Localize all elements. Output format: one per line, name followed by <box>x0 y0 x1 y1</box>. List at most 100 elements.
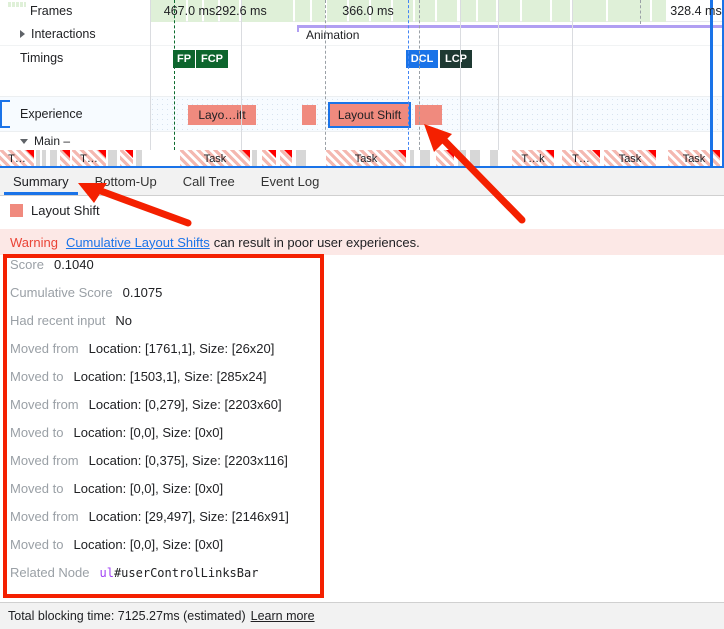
detail-label: Moved to <box>10 537 64 552</box>
long-task-warning-icon <box>98 150 106 158</box>
timeline-row-main[interactable]: Main – <box>0 132 724 150</box>
detail-value: Location: [0,279], Size: [2203x60] <box>88 397 282 412</box>
detail-row: Moved to Location: [0,0], Size: [0x0] <box>10 425 330 453</box>
main-task-block[interactable] <box>410 150 414 168</box>
animation-bar[interactable] <box>297 25 724 32</box>
timing-marker-fp[interactable]: FP <box>173 50 195 68</box>
detail-label: Had recent input <box>10 313 106 328</box>
layout-shift-block[interactable] <box>302 105 316 125</box>
frame-block[interactable] <box>295 0 310 22</box>
long-task-warning-icon <box>62 150 70 158</box>
timing-marker-lcp[interactable]: LCP <box>440 50 472 68</box>
frame-block[interactable] <box>552 0 570 22</box>
long-task-warning-icon <box>592 150 600 158</box>
layout-shift-title: Layout Shift <box>31 203 100 218</box>
detail-label: Cumulative Score <box>10 285 113 300</box>
detail-row: Had recent input No <box>10 313 330 341</box>
cumulative-layout-shifts-link[interactable]: Cumulative Layout Shifts <box>66 235 210 250</box>
main-task-block[interactable] <box>458 150 466 168</box>
main-task-label: Task <box>354 153 378 165</box>
interactions-row-header[interactable]: Interactions <box>0 22 150 45</box>
detail-row: Moved from Location: [0,375], Size: [2203… <box>10 453 330 481</box>
timeline-row-interactions[interactable]: Interactions Animation <box>0 22 724 46</box>
collapse-triangle-icon[interactable] <box>20 138 28 144</box>
frame-block[interactable] <box>437 0 457 22</box>
detail-label: Moved to <box>10 481 64 496</box>
learn-more-link[interactable]: Learn more <box>251 609 315 623</box>
frames-row-header: Frames <box>0 0 150 22</box>
long-task-warning-icon <box>446 150 454 158</box>
frame-block[interactable] <box>652 0 666 22</box>
detail-label: Moved to <box>10 425 64 440</box>
layout-shift-label: Layout Shift <box>337 108 402 122</box>
main-task-block[interactable] <box>420 150 430 168</box>
warning-label: Warning <box>10 234 58 250</box>
timings-row-header: Timings <box>0 46 150 70</box>
main-task-block[interactable] <box>490 150 498 168</box>
detail-label: Moved to <box>10 369 64 384</box>
detail-row: Moved to Location: [1503,1], Size: [285x2… <box>10 369 330 397</box>
main-task-block[interactable] <box>108 150 117 168</box>
detail-value: Location: [29,497], Size: [2146x91] <box>88 509 289 524</box>
gray-guide-line <box>325 0 327 150</box>
lcp-guide-line <box>419 0 421 150</box>
timings-label: Timings <box>20 51 64 65</box>
detail-label: Moved from <box>10 453 79 468</box>
detail-value: Location: [1503,1], Size: [285x24] <box>73 369 267 384</box>
detail-label: Related Node <box>10 565 90 580</box>
warning-banner: Warning Cumulative Layout Shifts can res… <box>0 229 724 255</box>
long-task-warning-icon <box>546 150 554 158</box>
detail-value: 0.1075 <box>122 285 163 300</box>
tab-event-log[interactable]: Event Log <box>248 168 333 195</box>
layout-shift-color-swatch <box>10 204 23 217</box>
timing-marker-dcl[interactable]: DCL <box>406 50 438 68</box>
tab-summary[interactable]: Summary <box>0 168 82 195</box>
tab-call-tree[interactable]: Call Tree <box>170 168 248 195</box>
detail-value: Location: [1761,1], Size: [26x20] <box>88 341 275 356</box>
detail-value: No <box>115 313 133 328</box>
timeline-row-experience[interactable]: Experience Layo…ift Layout Shift <box>0 96 724 132</box>
detail-value: Location: [0,0], Size: [0x0] <box>73 537 224 552</box>
main-tasks-track[interactable]: T… T… Task Task T…k T… Task Task <box>0 150 724 168</box>
timeline-right-handle[interactable] <box>710 0 713 168</box>
timeline-row-timings[interactable]: Timings FP FCP DCL LCP <box>0 46 724 96</box>
detail-value[interactable]: ul#userControlLinksBar <box>100 566 259 580</box>
tab-bottom-up[interactable]: Bottom-Up <box>82 168 170 195</box>
timing-marker-fcp[interactable]: FCP <box>196 50 228 68</box>
detail-label: Moved from <box>10 341 79 356</box>
long-task-warning-icon <box>268 150 276 158</box>
expand-triangle-icon[interactable] <box>20 29 25 38</box>
frame-block[interactable] <box>498 0 520 22</box>
detail-row: Score 0.1040 <box>10 257 330 285</box>
long-task-warning-icon <box>125 150 133 158</box>
timeline-row-frames[interactable]: 467.0 ms 292.6 ms 366.0 ms 328.4 ms Frames <box>0 0 724 22</box>
frame-divider <box>498 0 499 150</box>
detail-label: Score <box>10 257 44 272</box>
detail-row: Related Node ul#userControlLinksBar <box>10 565 330 593</box>
detail-row: Moved from Location: [0,279], Size: [2203… <box>10 397 330 425</box>
timeline-overview[interactable]: 467.0 ms 292.6 ms 366.0 ms 328.4 ms Frames … <box>0 0 724 168</box>
main-task-block[interactable] <box>36 150 40 168</box>
main-row-header[interactable]: Main – <box>0 132 150 150</box>
frame-divider <box>241 0 242 150</box>
long-task-warning-icon <box>284 150 292 158</box>
detail-row: Moved to Location: [0,0], Size: [0x0] <box>10 537 330 565</box>
frame-block[interactable] <box>608 0 650 22</box>
main-task-block[interactable] <box>252 150 257 168</box>
frame-block[interactable] <box>522 0 550 22</box>
node-id: #userControlLinksBar <box>113 566 259 580</box>
frame-block[interactable] <box>572 0 606 22</box>
frame-block[interactable] <box>478 0 496 22</box>
main-task-block[interactable] <box>296 150 306 168</box>
main-task-block[interactable] <box>42 150 46 168</box>
main-task-block[interactable] <box>50 150 57 168</box>
experience-row-header[interactable]: Experience <box>0 97 150 131</box>
main-task-block[interactable] <box>470 150 480 168</box>
detail-row: Moved to Location: [0,0], Size: [0x0] <box>10 481 330 509</box>
interactions-label: Interactions <box>31 26 96 41</box>
detail-tabs[interactable]: Summary Bottom-Up Call Tree Event Log <box>0 168 724 196</box>
main-task-block[interactable] <box>136 150 142 168</box>
frame-block[interactable] <box>460 0 476 22</box>
long-task-warning-icon <box>26 150 34 158</box>
total-blocking-time-text: Total blocking time: 7125.27ms (estimate… <box>8 609 246 623</box>
